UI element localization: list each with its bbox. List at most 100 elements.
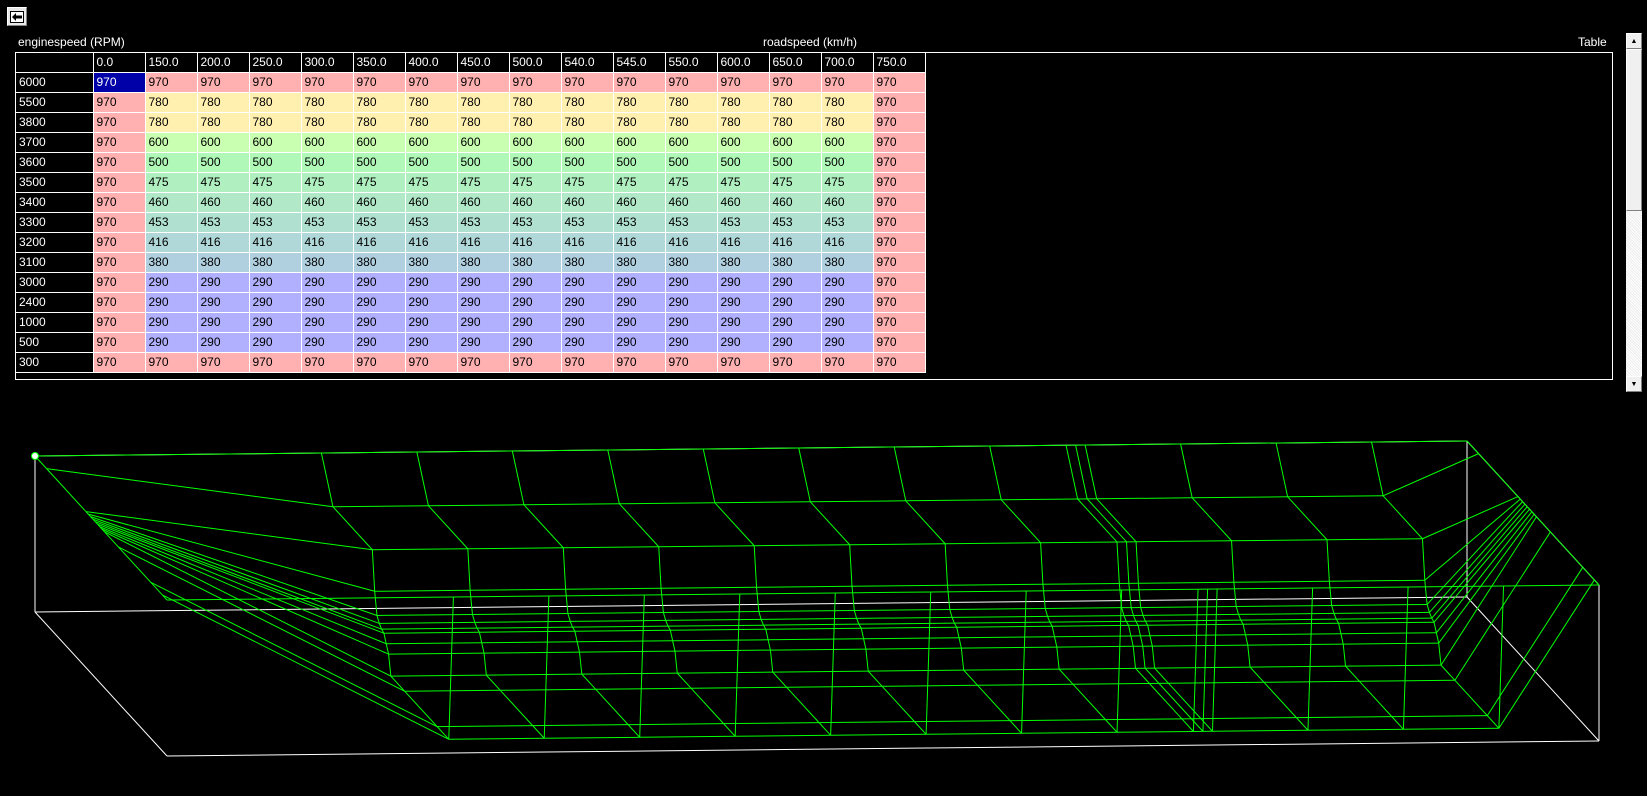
vertical-scrollbar[interactable]: ▲ ▼: [1626, 33, 1642, 392]
table-cell[interactable]: 970: [872, 332, 926, 353]
view-mode-label[interactable]: Table: [1578, 35, 1607, 49]
table-cell[interactable]: 780: [144, 112, 198, 133]
table-cell[interactable]: 970: [560, 72, 614, 93]
table-cell[interactable]: 475: [196, 172, 250, 193]
table-cell[interactable]: 970: [872, 252, 926, 273]
row-header[interactable]: 3200: [16, 232, 94, 253]
table-cell[interactable]: 290: [352, 312, 406, 333]
table-cell[interactable]: 290: [716, 292, 770, 313]
table-cell[interactable]: 780: [768, 92, 822, 113]
table-cell[interactable]: 380: [768, 252, 822, 273]
table-cell[interactable]: 290: [404, 312, 458, 333]
table-cell[interactable]: 453: [560, 212, 614, 233]
table-cell[interactable]: 416: [664, 232, 718, 253]
table-cell[interactable]: 290: [560, 292, 614, 313]
table-cell[interactable]: 380: [456, 252, 510, 273]
table-cell[interactable]: 970: [872, 112, 926, 133]
table-cell[interactable]: 290: [664, 272, 718, 293]
table-cell[interactable]: 780: [560, 112, 614, 133]
table-cell[interactable]: 970: [872, 72, 926, 93]
table-cell[interactable]: 290: [456, 292, 510, 313]
table-cell[interactable]: 970: [92, 332, 146, 353]
table-cell[interactable]: 290: [508, 292, 562, 313]
table-cell[interactable]: 500: [664, 152, 718, 173]
table-cell[interactable]: 780: [768, 112, 822, 133]
back-button[interactable]: [7, 7, 27, 26]
table-cell[interactable]: 380: [560, 252, 614, 273]
table-cell[interactable]: 290: [144, 292, 198, 313]
table-cell[interactable]: 970: [872, 232, 926, 253]
table-cell[interactable]: 780: [560, 92, 614, 113]
table-cell[interactable]: 416: [404, 232, 458, 253]
table-cell[interactable]: 970: [144, 72, 198, 93]
table-cell[interactable]: 416: [716, 232, 770, 253]
column-header[interactable]: 0.0: [92, 53, 146, 73]
table-cell[interactable]: 416: [456, 232, 510, 253]
table-cell[interactable]: 600: [716, 132, 770, 153]
table-cell[interactable]: 290: [716, 272, 770, 293]
table-cell[interactable]: 970: [820, 352, 874, 373]
table-cell[interactable]: 970: [456, 72, 510, 93]
table-cell[interactable]: 290: [820, 292, 874, 313]
table-cell[interactable]: 290: [820, 332, 874, 353]
column-header[interactable]: 650.0: [768, 53, 822, 73]
table-cell[interactable]: 460: [300, 192, 354, 213]
table-cell[interactable]: 460: [508, 192, 562, 213]
table-cell[interactable]: 970: [248, 72, 302, 93]
table-cell[interactable]: 290: [248, 292, 302, 313]
table-cell[interactable]: 475: [300, 172, 354, 193]
table-cell[interactable]: 600: [768, 132, 822, 153]
scroll-up-button[interactable]: ▲: [1626, 33, 1642, 49]
table-cell[interactable]: 290: [716, 332, 770, 353]
row-header[interactable]: 500: [16, 332, 94, 353]
column-header[interactable]: 600.0: [716, 53, 770, 73]
table-cell[interactable]: 970: [144, 352, 198, 373]
table-cell[interactable]: 290: [300, 272, 354, 293]
table-cell[interactable]: 970: [92, 272, 146, 293]
table-cell[interactable]: 475: [456, 172, 510, 193]
table-cell[interactable]: 970: [872, 352, 926, 373]
table-cell[interactable]: 290: [456, 272, 510, 293]
table-cell[interactable]: 460: [768, 192, 822, 213]
table-cell[interactable]: 970: [820, 72, 874, 93]
table-cell[interactable]: 460: [612, 192, 666, 213]
table-cell[interactable]: 290: [456, 332, 510, 353]
table-cell[interactable]: 970: [716, 72, 770, 93]
table-cell[interactable]: 500: [768, 152, 822, 173]
table-cell[interactable]: 780: [352, 112, 406, 133]
table-cell[interactable]: 380: [716, 252, 770, 273]
table-cell[interactable]: 380: [300, 252, 354, 273]
table-cell[interactable]: 290: [560, 312, 614, 333]
table-cell[interactable]: 290: [456, 312, 510, 333]
table-cell[interactable]: 970: [92, 192, 146, 213]
table-cell[interactable]: 970: [352, 72, 406, 93]
table-cell[interactable]: 290: [404, 292, 458, 313]
table-cell[interactable]: 780: [508, 112, 562, 133]
column-header[interactable]: 350.0: [352, 53, 406, 73]
table-cell[interactable]: 600: [560, 132, 614, 153]
table-cell[interactable]: 475: [144, 172, 198, 193]
row-header[interactable]: 3800: [16, 112, 94, 133]
table-cell[interactable]: 290: [508, 272, 562, 293]
table-cell[interactable]: 460: [664, 192, 718, 213]
table-cell[interactable]: 600: [664, 132, 718, 153]
table-cell[interactable]: 290: [300, 292, 354, 313]
table-cell[interactable]: 780: [612, 92, 666, 113]
scroll-down-button[interactable]: ▼: [1626, 376, 1642, 392]
table-cell[interactable]: 500: [612, 152, 666, 173]
table-cell[interactable]: 970: [92, 152, 146, 173]
table-cell[interactable]: 290: [300, 312, 354, 333]
table-cell[interactable]: 970: [872, 292, 926, 313]
column-header[interactable]: 540.0: [560, 53, 614, 73]
table-cell[interactable]: 970: [872, 152, 926, 173]
table-cell[interactable]: 475: [716, 172, 770, 193]
table-cell[interactable]: 970: [92, 112, 146, 133]
table-cell[interactable]: 500: [404, 152, 458, 173]
table-cell[interactable]: 970: [92, 92, 146, 113]
table-cell[interactable]: 970: [352, 352, 406, 373]
table-cell[interactable]: 500: [508, 152, 562, 173]
table-cell[interactable]: 290: [196, 312, 250, 333]
table-cell[interactable]: 460: [716, 192, 770, 213]
table-cell[interactable]: 290: [248, 272, 302, 293]
table-cell[interactable]: 970: [716, 352, 770, 373]
